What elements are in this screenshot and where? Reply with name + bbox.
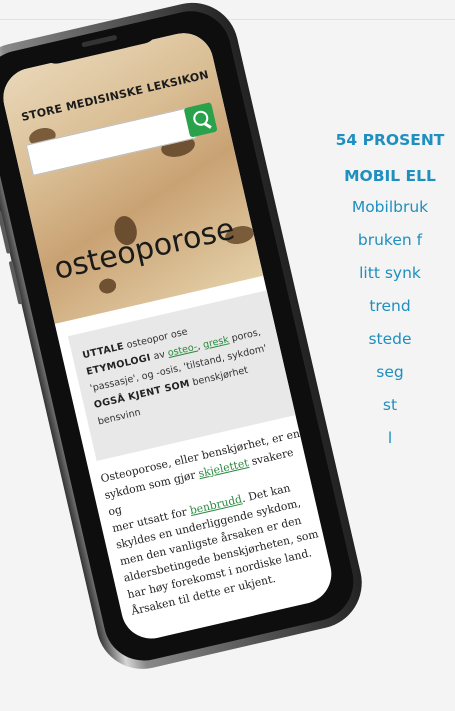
speaker-grille [81,34,118,48]
phone-shell: STORE MEDISINSKE LEKSIKON osteoporose UT… [0,0,371,679]
hero-bone-image [0,27,264,324]
search-icon-handle [203,122,212,129]
article-body: Osteoporose, eller benskjørhet, er en sy… [99,423,337,619]
phone-screen: STORE MEDISINSKE LEKSIKON osteoporose UT… [0,27,338,645]
etymologi-prefix: av [152,349,167,363]
phone-bezel: STORE MEDISINSKE LEKSIKON osteoporose UT… [0,3,362,669]
side-heading-1: 54 PROSENT [335,131,445,149]
phone-mockup: STORE MEDISINSKE LEKSIKON osteoporose UT… [0,0,417,679]
